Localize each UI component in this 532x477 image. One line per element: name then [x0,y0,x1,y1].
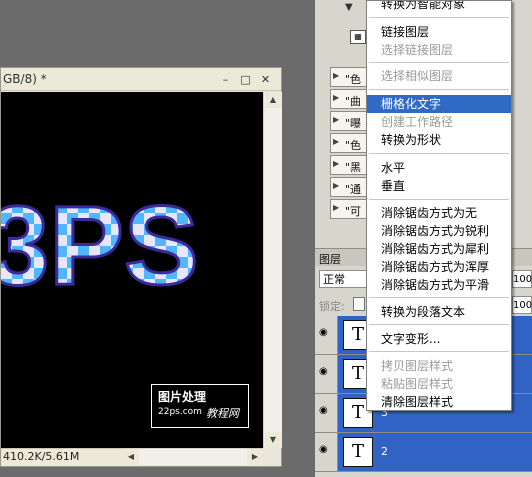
watermark-line3: 教程网 [206,407,239,420]
menu-item-antialias-sharp[interactable]: 消除锯齿方式为锐利 [367,222,511,240]
expand-arrow-icon[interactable]: ▶ [333,159,339,168]
menu-item-link-layers[interactable]: 链接图层 [367,23,511,41]
tab-layers[interactable]: 图层 [319,251,341,267]
menu-separator [369,89,509,90]
action-label: "色 [345,139,362,152]
menu-item-vertical[interactable]: 垂直 [367,177,511,195]
expand-arrow-icon[interactable]: ▶ [333,93,339,102]
watermark-logo: 图片处理 22ps.com 教程网 [151,384,249,428]
menu-separator [369,324,509,325]
opacity-field[interactable]: 100 [512,270,532,288]
menu-item-copy-layer-style[interactable]: 拷贝图层样式 [367,357,511,375]
scroll-left-icon[interactable]: ◀ [123,449,139,465]
minimize-icon[interactable]: – [219,73,232,86]
scroll-right-icon[interactable]: ▶ [247,449,263,465]
menu-item-antialias-smooth[interactable]: 消除锯齿方式为平滑 [367,276,511,294]
vertical-scrollbar[interactable]: ▲ ▼ [263,92,282,448]
doc-size-status: 410.2K/5.61M [3,450,80,463]
layer-name: 2 [381,445,388,458]
menu-separator [369,297,509,298]
menu-separator [369,351,509,352]
eye-icon[interactable]: ◉ [319,328,333,338]
document-titlebar[interactable]: GB/8) * – □ ✕ [1,68,281,91]
menu-separator [369,62,509,63]
menu-item-horizontal[interactable]: 水平 [367,159,511,177]
eye-icon[interactable]: ◉ [319,367,333,377]
action-label: "通 [345,183,362,196]
layer-row[interactable]: ◉ T 2 [315,433,532,472]
maximize-icon[interactable]: □ [239,73,252,86]
menu-item-convert-smart-object[interactable]: 转换为智能对象 [367,1,511,13]
menu-item-select-similar-layers[interactable]: 选择相似图层 [367,67,511,85]
menu-item-paste-layer-style[interactable]: 粘贴图层样式 [367,375,511,393]
action-label: "可 [345,205,362,218]
expand-arrow-icon[interactable]: ▶ [333,137,339,146]
document-canvas[interactable]: 3PS 图片处理 22ps.com 教程网 [1,92,263,448]
visibility-cell[interactable]: ◉ [315,316,338,354]
menu-separator [369,17,509,18]
menu-item-antialias-none[interactable]: 消除锯齿方式为无 [367,204,511,222]
canvas-text: 3PS [1,183,199,308]
menu-item-rasterize-type[interactable]: 栅格化文字 [367,95,511,113]
blend-mode-select[interactable]: 正常 [319,270,369,288]
watermark-line2: 22ps.com [158,407,202,417]
text-layer-thumbnail: T [343,437,373,467]
menu-item-antialias-crisp[interactable]: 消除锯齿方式为犀利 [367,240,511,258]
close-icon[interactable]: ✕ [259,73,272,86]
visibility-cell[interactable]: ◉ [315,433,338,471]
lock-label: 锁定: [319,300,345,313]
menu-item-convert-to-shape[interactable]: 转换为形状 [367,131,511,149]
menu-item-convert-paragraph-text[interactable]: 转换为段落文本 [367,303,511,321]
scroll-up-icon[interactable]: ▲ [265,92,281,108]
visibility-cell[interactable]: ◉ [315,394,338,432]
menu-item-warp-text[interactable]: 文字变形... [367,330,511,348]
watermark-line1: 图片处理 [158,390,207,404]
status-bar: 410.2K/5.61M [1,448,123,465]
horizontal-scrollbar[interactable]: ◀ ▶ [123,448,263,465]
expand-arrow-icon[interactable]: ▶ [333,115,339,124]
menu-item-antialias-strong[interactable]: 消除锯齿方式为浑厚 [367,258,511,276]
layer-context-menu: 转换为智能对象 链接图层 选择链接图层 选择相似图层 栅格化文字 创建工作路径 … [366,0,512,411]
eye-icon[interactable]: ◉ [319,406,333,416]
action-label: "色 [345,73,362,86]
chevron-down-icon[interactable]: ▼ [345,2,353,13]
fill-field[interactable]: 100 [512,296,532,314]
menu-item-clear-layer-style[interactable]: 清除图层样式 [367,393,511,410]
action-label: "曲 [345,95,362,108]
menu-separator [369,153,509,154]
visibility-cell[interactable]: ◉ [315,355,338,393]
menu-item-select-linked-layers[interactable]: 选择链接图层 [367,41,511,59]
menu-separator [369,199,509,200]
document-window: GB/8) * – □ ✕ 3PS 图片处理 22ps.com 教程网 ▲ ▼ … [0,67,282,467]
action-label: "黑 [345,161,362,174]
expand-arrow-icon[interactable]: ▶ [333,181,339,190]
lock-transparency-checkbox[interactable] [353,297,365,311]
expand-arrow-icon[interactable]: ▶ [333,203,339,212]
smart-object-icon[interactable]: ▦ [350,30,366,44]
expand-arrow-icon[interactable]: ▶ [333,71,339,80]
action-label: "曝 [345,117,362,130]
document-title: GB/8) * [3,72,47,86]
scroll-down-icon[interactable]: ▼ [265,432,281,448]
eye-icon[interactable]: ◉ [319,445,333,455]
menu-item-create-work-path[interactable]: 创建工作路径 [367,113,511,131]
